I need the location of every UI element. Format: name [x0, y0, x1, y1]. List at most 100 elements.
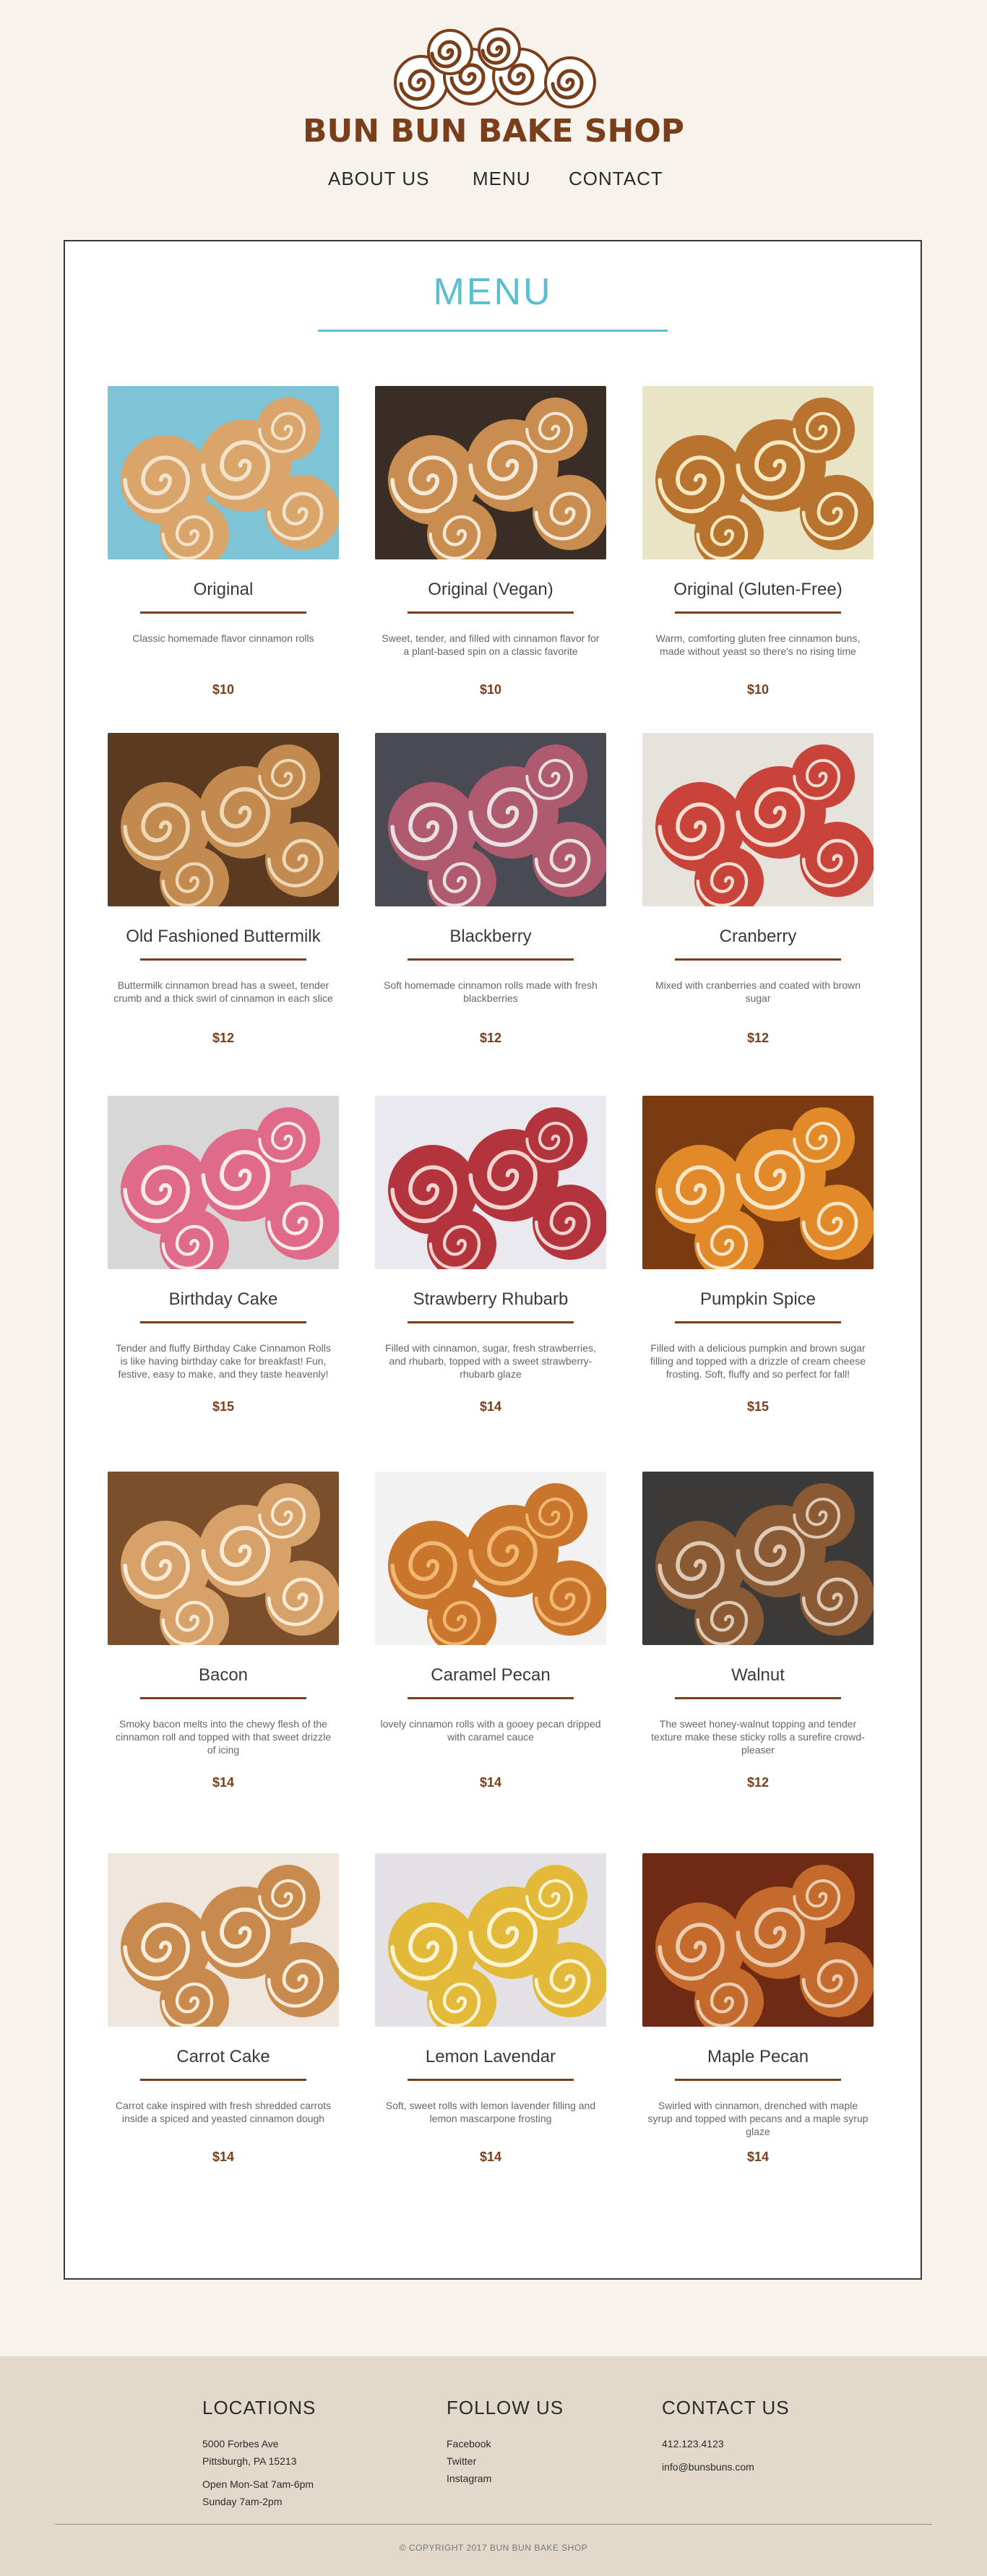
menu-item-price: $14 [479, 1775, 502, 1790]
menu-item-photo[interactable] [375, 386, 606, 559]
menu-item-price: $14 [746, 2150, 770, 2164]
menu-item-description: Tender and fluffy Birthday Cake Cinnamon… [116, 1342, 331, 1380]
menu-item-photo[interactable] [642, 1472, 874, 1645]
cinnamon-buns-icon[interactable] [371, 26, 616, 120]
menu-item-price: $12 [746, 1031, 770, 1045]
menu-item-price: $14 [212, 1775, 235, 1790]
menu-item-divider [140, 1321, 306, 1323]
menu-panel: MENU Original Classic homemade flavor cin… [64, 240, 922, 2280]
menu-item-description: Soft, sweet rolls with lemon lavender fi… [385, 2100, 596, 2124]
menu-item-name: Pumpkin Spice [699, 1289, 816, 1309]
brand-name[interactable]: BUN BUN BAKE SHOP [0, 113, 987, 150]
menu-item-divider [675, 2079, 841, 2081]
menu-item-name: Caramel Pecan [431, 1665, 551, 1685]
nav-about-us[interactable]: ABOUT US [328, 168, 429, 190]
menu-item-price: $10 [746, 682, 770, 697]
menu-item-divider [408, 1697, 574, 1699]
menu-item-price: $15 [212, 1399, 235, 1414]
facebook-link[interactable]: Facebook [447, 2435, 564, 2452]
menu-item-divider [675, 1697, 841, 1699]
menu-item-price: $10 [479, 682, 502, 697]
menu-item-card[interactable]: Lemon Lavendar Soft, sweet rolls with lem… [371, 1853, 610, 2171]
menu-item-price: $12 [479, 1031, 502, 1045]
menu-item-card[interactable]: Old Fashioned Buttermilk Buttermilk cinna… [104, 733, 342, 1052]
footer-contact: CONTACT US 412.123.4123 info@bunsbuns.co… [662, 2397, 790, 2476]
menu-item-description: Soft homemade cinnamon rolls made with f… [384, 979, 598, 1004]
menu-item-divider [675, 958, 841, 961]
menu-item-description: Carrot cake inspired with fresh shredded… [115, 2100, 332, 2124]
footer-locations-title: LOCATIONS [202, 2397, 316, 2418]
menu-item-name: Original [193, 580, 254, 599]
menu-item-card[interactable]: Maple Pecan Swirled with cinnamon, drench… [639, 1853, 877, 2171]
menu-item-card[interactable]: Caramel Pecan lovely cinnamon rolls with … [371, 1472, 610, 1797]
menu-item-description: Buttermilk cinnamon bread has a sweet, t… [113, 979, 333, 1004]
menu-item-card[interactable]: Cranberry Mixed with cranberries and coat… [639, 733, 877, 1052]
menu-item-photo[interactable] [108, 1472, 339, 1645]
hours-sunday: Sunday 7am-2pm [202, 2496, 283, 2507]
menu-item-description: Warm, comforting gluten free cinnamon bu… [655, 632, 861, 657]
menu-item-photo[interactable] [108, 733, 339, 906]
menu-item-divider [408, 611, 574, 614]
menu-item-description: Classic homemade flavor cinnamon rolls [132, 632, 314, 644]
menu-item-description: Swirled with cinnamon, drenched with map… [647, 2100, 869, 2137]
menu-item-photo[interactable] [375, 733, 606, 906]
menu-item-description: Mixed with cranberries and coated with b… [655, 979, 861, 1004]
menu-item-card[interactable]: Carrot Cake Carrot cake inspired with fre… [104, 1853, 342, 2171]
menu-item-name: Cranberry [719, 927, 797, 946]
menu-item-photo[interactable] [642, 1853, 874, 2027]
menu-item-description: Smoky bacon melts into the chewy flesh o… [115, 1718, 332, 1756]
site-header: BUN BUN BAKE SHOP ABOUT US MENU CONTACT [0, 0, 987, 217]
menu-item-name: Maple Pecan [707, 2047, 809, 2066]
menu-item-card[interactable]: Bacon Smoky bacon melts into the chewy fl… [104, 1472, 342, 1797]
menu-item-photo[interactable] [375, 1472, 606, 1645]
menu-item-card[interactable]: Pumpkin Spice Filled with a delicious pum… [639, 1096, 877, 1421]
menu-item-price: $14 [212, 2150, 235, 2164]
menu-item-divider [408, 2079, 574, 2081]
address-line-1: 5000 Forbes Ave [202, 2438, 279, 2450]
menu-item-photo[interactable] [108, 1853, 339, 2027]
menu-item-divider [140, 611, 306, 614]
footer-locations: LOCATIONS 5000 Forbes Ave Pittsburgh, PA… [202, 2397, 316, 2510]
menu-item-photo[interactable] [108, 386, 339, 559]
menu-item-name: Lemon Lavendar [425, 2047, 556, 2066]
instagram-link[interactable]: Instagram [447, 2470, 564, 2487]
hours-weekday: Open Mon-Sat 7am-6pm [202, 2478, 314, 2490]
menu-item-photo[interactable] [642, 1096, 874, 1269]
menu-item-description: Sweet, tender, and filled with cinnamon … [382, 632, 600, 657]
menu-item-card[interactable]: Blackberry Soft homemade cinnamon rolls m… [371, 733, 610, 1052]
menu-item-photo[interactable] [375, 1096, 606, 1269]
menu-item-photo[interactable] [375, 1853, 606, 2027]
nav-menu[interactable]: MENU [473, 168, 531, 190]
copyright: © COPYRIGHT 2017 BUN BUN BAKE SHOP [399, 2543, 588, 2553]
twitter-link[interactable]: Twitter [447, 2452, 564, 2470]
menu-item-name: Strawberry Rhubarb [413, 1289, 569, 1309]
menu-item-divider [140, 1697, 306, 1699]
menu-item-divider [140, 2079, 306, 2081]
menu-item-card[interactable]: Original (Gluten-Free) Warm, comforting g… [639, 386, 877, 704]
menu-item-card[interactable]: Original Classic homemade flavor cinnamon… [104, 386, 342, 704]
email-link[interactable]: info@bunsbuns.com [662, 2458, 790, 2476]
main-nav: ABOUT US MENU CONTACT [0, 168, 987, 197]
menu-item-price: $12 [212, 1031, 235, 1045]
footer-contact-title: CONTACT US [662, 2397, 790, 2418]
menu-item-photo[interactable] [642, 733, 874, 906]
menu-item-card[interactable]: Original (Vegan) Sweet, tender, and fille… [371, 386, 610, 704]
menu-item-photo[interactable] [642, 386, 874, 559]
menu-item-name: Blackberry [449, 927, 532, 946]
menu-item-divider [408, 958, 574, 961]
menu-item-name: Old Fashioned Buttermilk [126, 927, 321, 946]
menu-item-price: $15 [746, 1399, 770, 1414]
menu-item-name: Bacon [198, 1665, 249, 1685]
site-footer: LOCATIONS 5000 Forbes Ave Pittsburgh, PA… [0, 2356, 987, 2576]
menu-item-card[interactable]: Walnut The sweet honey-walnut topping and… [639, 1472, 877, 1797]
menu-item-name: Original (Vegan) [428, 580, 553, 599]
nav-contact[interactable]: CONTACT [569, 168, 663, 190]
menu-item-card[interactable]: Birthday Cake Tender and fluffy Birthday … [104, 1096, 342, 1421]
footer-follow: FOLLOW US Facebook Twitter Instagram [447, 2397, 564, 2487]
menu-item-photo[interactable] [108, 1096, 339, 1269]
menu-item-name: Walnut [731, 1665, 785, 1685]
menu-item-price: $12 [746, 1775, 770, 1790]
phone-link[interactable]: 412.123.4123 [662, 2435, 790, 2452]
menu-item-card[interactable]: Strawberry Rhubarb Filled with cinnamon, … [371, 1096, 610, 1421]
footer-divider [55, 2524, 932, 2525]
